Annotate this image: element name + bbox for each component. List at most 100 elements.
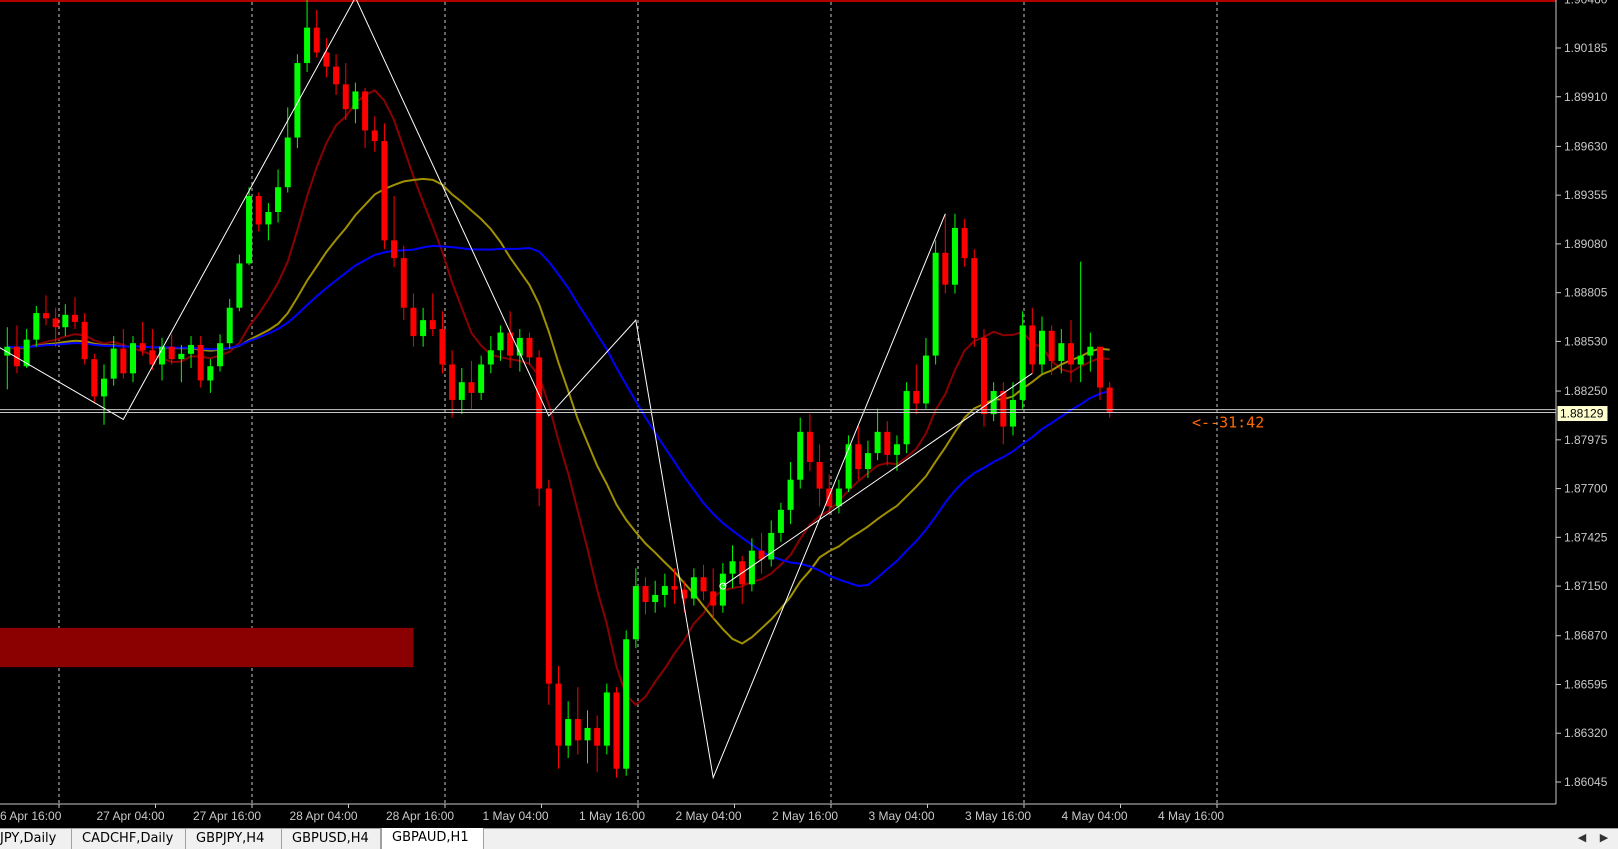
candle-bull	[458, 382, 465, 400]
candle-bull	[874, 431, 881, 454]
candle-bear	[536, 357, 543, 489]
candle-bear	[429, 320, 436, 330]
price-tick-label: 1.87700	[1564, 482, 1608, 496]
time-tick-label: 27 Apr 04:00	[97, 809, 165, 823]
candle-bear	[168, 346, 175, 360]
candle-bull	[1087, 346, 1094, 356]
candle-bull	[903, 391, 910, 445]
candle-bear	[1000, 391, 1007, 427]
candle-bull	[497, 332, 504, 351]
candle-bear	[313, 27, 320, 53]
price-chart[interactable]: <--31:42 1.90460 1.90185 1.89910 1.89630 1.89…	[0, 0, 1618, 828]
candle-bear	[120, 348, 127, 374]
candle-bull	[652, 594, 659, 603]
candle-bear	[855, 444, 862, 470]
candle-bear	[381, 141, 388, 241]
candle-bull	[101, 378, 107, 397]
candle-bull	[922, 355, 929, 404]
time-tick-label: 2 May 16:00	[772, 809, 838, 823]
candle-bull	[178, 353, 185, 360]
candle-bear	[806, 431, 813, 462]
chart-tab-jpy-daily[interactable]: JPY,Daily	[0, 829, 72, 849]
candle-bear	[1029, 325, 1036, 365]
candle-bear	[81, 321, 88, 360]
candle-bull	[1077, 355, 1084, 365]
bar-countdown-label: <--31:42	[1192, 414, 1264, 432]
candle-bull	[990, 391, 997, 415]
candle-bear	[1048, 330, 1055, 361]
candle-bear	[342, 84, 349, 110]
moving-average-10	[7, 89, 1110, 707]
candle-bear	[642, 586, 649, 603]
candle-bull	[632, 586, 639, 640]
candle-bear	[613, 692, 620, 769]
candle-bear	[439, 329, 446, 365]
candle-bull	[1009, 399, 1016, 427]
price-tick-label: 1.88805	[1564, 286, 1608, 300]
candle-bull	[777, 509, 784, 533]
candle-bull	[265, 211, 272, 225]
candle-bear	[671, 586, 678, 590]
candle-bear	[42, 313, 49, 319]
candle-bull	[226, 307, 233, 344]
candle-bear	[255, 196, 262, 225]
chart-tab-gbpusd-h4[interactable]: GBPUSD,H4	[282, 829, 381, 849]
tab-scroll-left-button[interactable]: ◀	[1574, 831, 1590, 844]
candle-bear	[197, 344, 204, 381]
price-tick-label: 1.86595	[1564, 677, 1608, 691]
candle-bear	[980, 337, 987, 415]
candle-bull	[352, 91, 359, 110]
candle-bear	[400, 258, 407, 308]
candle-bear	[710, 591, 717, 606]
candle-bull	[246, 196, 253, 264]
candle-bear	[52, 318, 59, 328]
candle-bear	[816, 461, 823, 489]
candle-bull	[690, 577, 697, 599]
candle-bull	[294, 63, 301, 138]
chart-tab-gbpaud-h1[interactable]: GBPAUD,H1	[381, 828, 484, 849]
chart-tab-bar: ◀ ▶ JPY,Daily CADCHF,Daily GBPJPY,H4 GBPUSD…	[0, 828, 1618, 849]
candle-bull	[565, 719, 572, 746]
candle-bear	[971, 258, 978, 338]
time-tick-label: 4 May 16:00	[1158, 809, 1224, 823]
candle-bull	[487, 350, 494, 365]
price-tick-label: 1.87975	[1564, 433, 1608, 447]
candle-bull	[217, 343, 224, 367]
chart-tab-gbpjpy-h4[interactable]: GBPJPY,H4	[186, 829, 282, 849]
candle-bull	[1019, 325, 1026, 400]
candle-bear	[1106, 387, 1113, 413]
price-tick-label: 1.87150	[1564, 579, 1608, 593]
candle-bull	[864, 453, 871, 470]
candle-bull	[188, 344, 195, 354]
candle-bear	[333, 66, 340, 85]
price-tick-label: 1.88530	[1564, 334, 1608, 348]
candle-bull	[275, 187, 282, 212]
candle-bull	[603, 692, 610, 746]
time-tick-label: 3 May 04:00	[869, 809, 935, 823]
candle-bull	[845, 444, 852, 489]
price-tick-label: 1.89355	[1564, 188, 1608, 202]
candle-bull	[33, 313, 40, 340]
candle-bull	[110, 348, 117, 379]
candle-bull	[661, 586, 668, 595]
price-tick-label: 1.86045	[1564, 775, 1608, 789]
candle-bull	[584, 727, 591, 741]
price-tick-label: 1.89630	[1564, 139, 1608, 153]
time-tick-label: 3 May 16:00	[965, 809, 1031, 823]
candle-bear	[574, 719, 581, 741]
candle-bull	[284, 137, 291, 188]
candle-bear	[884, 431, 891, 455]
candle-bear	[1097, 346, 1104, 388]
chart-tab-cadchf-daily[interactable]: CADCHF,Daily	[72, 829, 186, 849]
candle-bull	[62, 314, 69, 328]
candle-bull	[130, 343, 137, 374]
candle-bear	[1068, 343, 1074, 365]
candle-bear	[468, 382, 475, 393]
price-tick-label: 1.88250	[1564, 384, 1608, 398]
tab-scroll-right-button[interactable]: ▶	[1596, 831, 1612, 844]
candle-bull	[623, 639, 630, 769]
candle-bull	[207, 366, 214, 381]
candle-bull	[951, 227, 958, 285]
candle-bull	[835, 488, 842, 507]
candle-bear	[362, 91, 369, 131]
